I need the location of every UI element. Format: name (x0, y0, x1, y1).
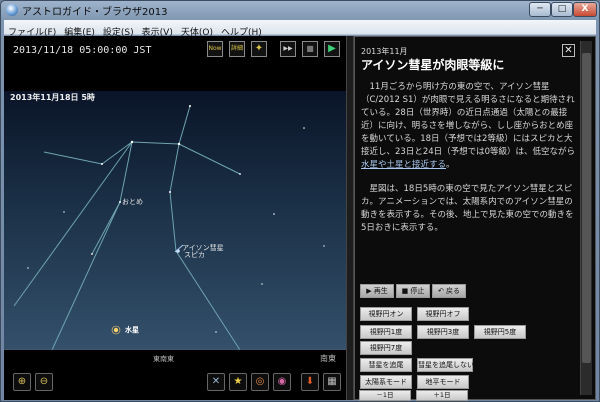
fov-on-button[interactable]: 視野円オン (360, 307, 412, 321)
info-panel: ✕ 2013年11月 アイソン彗星が肉眼等級に 11月ごろから明け方の東の空で、… (354, 36, 596, 400)
minimize-button[interactable]: ─ (529, 2, 551, 17)
sky-date-label: 2013年11月18日 5時 (10, 93, 95, 102)
zoom-in-icon[interactable]: ⊕ (13, 373, 31, 391)
virgo-label: おとめ (122, 198, 143, 206)
back-button[interactable]: ↶ 戻る (432, 284, 466, 298)
article-body: 11月ごろから明け方の東の空で、アイソン彗星（C/2012 S1）が肉眼で見える… (361, 81, 576, 246)
article-title: アイソン彗星が肉眼等級に (361, 58, 505, 72)
horizon-icon[interactable]: ⬇ (301, 373, 319, 391)
stop-button[interactable]: ■ 停止 (396, 284, 430, 298)
star-toggle-icon[interactable]: ★ (229, 373, 247, 391)
fov-3deg-button[interactable]: 視野円3度 (417, 325, 469, 339)
app-icon (6, 4, 18, 16)
direction-southeast: 南東 (320, 354, 336, 363)
constellation-lines-icon[interactable]: ✕ (207, 373, 225, 391)
article-paragraph: 星図は、18日5時の東の空で見たアイソン彗星とスピカ。アニメーションでは、太陽系… (361, 184, 574, 233)
planet-icon[interactable]: ◉ (273, 373, 291, 391)
zoom-out-icon[interactable]: ⊖ (35, 373, 53, 391)
ground (4, 350, 346, 400)
fov-off-button[interactable]: 視野円オフ (417, 307, 469, 321)
untrack-comet-button[interactable]: 彗星を追尾しない (417, 358, 474, 372)
play-button[interactable]: ▶ 再生 (360, 284, 394, 298)
close-icon[interactable]: ✕ (562, 44, 575, 57)
direction-east-southeast: 東南東 (153, 355, 174, 363)
title-bar: アストロガイド・ブラウザ2013 ─ □ X (1, 1, 599, 19)
mercury-label: 水星 (125, 326, 139, 334)
article-text: 11月ごろから明け方の東の空で、アイソン彗星（C/2012 S1）が肉眼で見える… (361, 82, 576, 157)
plus-1day-button[interactable]: ＋1日 (416, 390, 468, 401)
article-text: 。 (446, 160, 455, 170)
maximize-button[interactable]: □ (551, 2, 573, 17)
main-content: 2013/11/18 05:00:00 JST Now 詳細 ✦ ▶▶ ■ ▶ (4, 36, 596, 400)
app-window: アストロガイド・ブラウザ2013 ─ □ X ファイル(F) 編集(E) 設定(S)… (0, 0, 600, 402)
article-paragraph: 11月ごろから明け方の東の空で、アイソン彗星（C/2012 S1）が肉眼で見える… (361, 81, 576, 172)
minus-1day-button[interactable]: －1日 (359, 390, 411, 401)
mercury-saturn-link[interactable]: 水星や土星と接近する (361, 160, 446, 170)
track-comet-button[interactable]: 彗星を追尾 (360, 358, 412, 372)
sky-view[interactable]: 2013/11/18 05:00:00 JST Now 詳細 ✦ ▶▶ ■ ▶ (4, 36, 346, 400)
galaxy-icon[interactable]: ◎ (251, 373, 269, 391)
fov-1deg-button[interactable]: 視野円1度 (360, 325, 412, 339)
constellation-lines (4, 105, 346, 351)
close-window-button[interactable]: X (573, 2, 597, 17)
grid-icon[interactable]: ▦ (323, 373, 341, 391)
fov-7deg-button[interactable]: 視野円7度 (360, 341, 412, 355)
spica-label: スピカ (184, 251, 205, 259)
panel-scrollbar[interactable] (580, 41, 592, 395)
scrollbar-thumb[interactable] (582, 53, 591, 363)
pane-divider[interactable] (346, 36, 354, 400)
fov-5deg-button[interactable]: 視野円5度 (474, 325, 526, 339)
horizon-mode-button[interactable]: 地平モード (417, 375, 469, 389)
menu-bar: ファイル(F) 編集(E) 設定(S) 表示(V) 天体(O) ヘルプ(H) (4, 20, 596, 38)
window-title: アストロガイド・ブラウザ2013 (22, 7, 168, 18)
solar-system-mode-button[interactable]: 太陽系モード (360, 375, 412, 389)
